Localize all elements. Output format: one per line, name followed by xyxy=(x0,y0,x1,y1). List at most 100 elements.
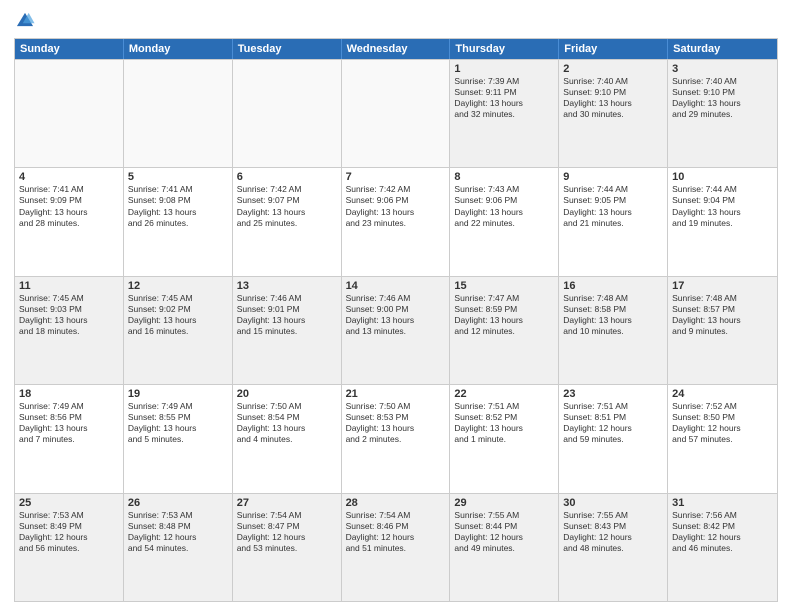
calendar-day-cell xyxy=(124,60,233,167)
calendar-day-cell: 21Sunrise: 7:50 AM Sunset: 8:53 PM Dayli… xyxy=(342,385,451,492)
day-number: 11 xyxy=(19,280,119,292)
day-number: 13 xyxy=(237,280,337,292)
calendar-week-row: 18Sunrise: 7:49 AM Sunset: 8:56 PM Dayli… xyxy=(15,384,777,492)
calendar-day-cell: 22Sunrise: 7:51 AM Sunset: 8:52 PM Dayli… xyxy=(450,385,559,492)
calendar-day-cell: 27Sunrise: 7:54 AM Sunset: 8:47 PM Dayli… xyxy=(233,494,342,601)
day-number: 28 xyxy=(346,497,446,509)
calendar-day-cell: 26Sunrise: 7:53 AM Sunset: 8:48 PM Dayli… xyxy=(124,494,233,601)
day-info: Sunrise: 7:55 AM Sunset: 8:44 PM Dayligh… xyxy=(454,510,554,554)
day-info: Sunrise: 7:54 AM Sunset: 8:47 PM Dayligh… xyxy=(237,510,337,554)
calendar-header-cell: Saturday xyxy=(668,39,777,59)
day-info: Sunrise: 7:44 AM Sunset: 9:04 PM Dayligh… xyxy=(672,184,773,228)
day-info: Sunrise: 7:41 AM Sunset: 9:09 PM Dayligh… xyxy=(19,184,119,228)
day-number: 19 xyxy=(128,388,228,400)
calendar-header-cell: Monday xyxy=(124,39,233,59)
day-number: 23 xyxy=(563,388,663,400)
calendar-day-cell: 18Sunrise: 7:49 AM Sunset: 8:56 PM Dayli… xyxy=(15,385,124,492)
day-info: Sunrise: 7:53 AM Sunset: 8:49 PM Dayligh… xyxy=(19,510,119,554)
day-number: 6 xyxy=(237,171,337,183)
calendar-day-cell xyxy=(342,60,451,167)
calendar-week-row: 11Sunrise: 7:45 AM Sunset: 9:03 PM Dayli… xyxy=(15,276,777,384)
day-number: 29 xyxy=(454,497,554,509)
calendar-day-cell: 30Sunrise: 7:55 AM Sunset: 8:43 PM Dayli… xyxy=(559,494,668,601)
calendar-header-cell: Wednesday xyxy=(342,39,451,59)
day-info: Sunrise: 7:45 AM Sunset: 9:02 PM Dayligh… xyxy=(128,293,228,337)
day-info: Sunrise: 7:52 AM Sunset: 8:50 PM Dayligh… xyxy=(672,401,773,445)
calendar-day-cell: 8Sunrise: 7:43 AM Sunset: 9:06 PM Daylig… xyxy=(450,168,559,275)
calendar-week-row: 1Sunrise: 7:39 AM Sunset: 9:11 PM Daylig… xyxy=(15,59,777,167)
header xyxy=(14,10,778,32)
day-number: 31 xyxy=(672,497,773,509)
calendar-day-cell: 29Sunrise: 7:55 AM Sunset: 8:44 PM Dayli… xyxy=(450,494,559,601)
day-number: 10 xyxy=(672,171,773,183)
page: SundayMondayTuesdayWednesdayThursdayFrid… xyxy=(0,0,792,612)
calendar-day-cell: 13Sunrise: 7:46 AM Sunset: 9:01 PM Dayli… xyxy=(233,277,342,384)
day-info: Sunrise: 7:48 AM Sunset: 8:58 PM Dayligh… xyxy=(563,293,663,337)
day-number: 1 xyxy=(454,63,554,75)
day-number: 15 xyxy=(454,280,554,292)
calendar-day-cell: 12Sunrise: 7:45 AM Sunset: 9:02 PM Dayli… xyxy=(124,277,233,384)
calendar-header-cell: Thursday xyxy=(450,39,559,59)
calendar-week-row: 25Sunrise: 7:53 AM Sunset: 8:49 PM Dayli… xyxy=(15,493,777,601)
day-info: Sunrise: 7:49 AM Sunset: 8:56 PM Dayligh… xyxy=(19,401,119,445)
calendar-header-cell: Friday xyxy=(559,39,668,59)
day-number: 21 xyxy=(346,388,446,400)
day-number: 22 xyxy=(454,388,554,400)
day-info: Sunrise: 7:42 AM Sunset: 9:07 PM Dayligh… xyxy=(237,184,337,228)
day-number: 20 xyxy=(237,388,337,400)
calendar-day-cell: 10Sunrise: 7:44 AM Sunset: 9:04 PM Dayli… xyxy=(668,168,777,275)
calendar-day-cell: 23Sunrise: 7:51 AM Sunset: 8:51 PM Dayli… xyxy=(559,385,668,492)
day-number: 4 xyxy=(19,171,119,183)
day-number: 3 xyxy=(672,63,773,75)
calendar-day-cell xyxy=(233,60,342,167)
day-number: 2 xyxy=(563,63,663,75)
day-info: Sunrise: 7:56 AM Sunset: 8:42 PM Dayligh… xyxy=(672,510,773,554)
day-info: Sunrise: 7:49 AM Sunset: 8:55 PM Dayligh… xyxy=(128,401,228,445)
calendar-day-cell: 17Sunrise: 7:48 AM Sunset: 8:57 PM Dayli… xyxy=(668,277,777,384)
calendar-day-cell: 1Sunrise: 7:39 AM Sunset: 9:11 PM Daylig… xyxy=(450,60,559,167)
logo xyxy=(14,10,40,32)
calendar-day-cell: 2Sunrise: 7:40 AM Sunset: 9:10 PM Daylig… xyxy=(559,60,668,167)
day-info: Sunrise: 7:40 AM Sunset: 9:10 PM Dayligh… xyxy=(672,76,773,120)
calendar-day-cell: 5Sunrise: 7:41 AM Sunset: 9:08 PM Daylig… xyxy=(124,168,233,275)
day-info: Sunrise: 7:45 AM Sunset: 9:03 PM Dayligh… xyxy=(19,293,119,337)
day-number: 25 xyxy=(19,497,119,509)
day-info: Sunrise: 7:55 AM Sunset: 8:43 PM Dayligh… xyxy=(563,510,663,554)
calendar-day-cell: 6Sunrise: 7:42 AM Sunset: 9:07 PM Daylig… xyxy=(233,168,342,275)
calendar-day-cell: 20Sunrise: 7:50 AM Sunset: 8:54 PM Dayli… xyxy=(233,385,342,492)
calendar-header: SundayMondayTuesdayWednesdayThursdayFrid… xyxy=(15,39,777,59)
day-info: Sunrise: 7:44 AM Sunset: 9:05 PM Dayligh… xyxy=(563,184,663,228)
calendar-day-cell xyxy=(15,60,124,167)
day-info: Sunrise: 7:51 AM Sunset: 8:51 PM Dayligh… xyxy=(563,401,663,445)
day-info: Sunrise: 7:54 AM Sunset: 8:46 PM Dayligh… xyxy=(346,510,446,554)
day-number: 12 xyxy=(128,280,228,292)
day-number: 7 xyxy=(346,171,446,183)
day-info: Sunrise: 7:40 AM Sunset: 9:10 PM Dayligh… xyxy=(563,76,663,120)
day-number: 27 xyxy=(237,497,337,509)
calendar-day-cell: 19Sunrise: 7:49 AM Sunset: 8:55 PM Dayli… xyxy=(124,385,233,492)
day-info: Sunrise: 7:50 AM Sunset: 8:54 PM Dayligh… xyxy=(237,401,337,445)
calendar-day-cell: 14Sunrise: 7:46 AM Sunset: 9:00 PM Dayli… xyxy=(342,277,451,384)
day-number: 24 xyxy=(672,388,773,400)
day-info: Sunrise: 7:42 AM Sunset: 9:06 PM Dayligh… xyxy=(346,184,446,228)
day-number: 8 xyxy=(454,171,554,183)
day-number: 5 xyxy=(128,171,228,183)
calendar-day-cell: 16Sunrise: 7:48 AM Sunset: 8:58 PM Dayli… xyxy=(559,277,668,384)
calendar-day-cell: 15Sunrise: 7:47 AM Sunset: 8:59 PM Dayli… xyxy=(450,277,559,384)
day-number: 26 xyxy=(128,497,228,509)
day-number: 18 xyxy=(19,388,119,400)
day-info: Sunrise: 7:53 AM Sunset: 8:48 PM Dayligh… xyxy=(128,510,228,554)
day-info: Sunrise: 7:47 AM Sunset: 8:59 PM Dayligh… xyxy=(454,293,554,337)
day-number: 30 xyxy=(563,497,663,509)
day-number: 14 xyxy=(346,280,446,292)
day-info: Sunrise: 7:48 AM Sunset: 8:57 PM Dayligh… xyxy=(672,293,773,337)
day-info: Sunrise: 7:46 AM Sunset: 9:00 PM Dayligh… xyxy=(346,293,446,337)
calendar-day-cell: 28Sunrise: 7:54 AM Sunset: 8:46 PM Dayli… xyxy=(342,494,451,601)
day-info: Sunrise: 7:50 AM Sunset: 8:53 PM Dayligh… xyxy=(346,401,446,445)
day-info: Sunrise: 7:51 AM Sunset: 8:52 PM Dayligh… xyxy=(454,401,554,445)
calendar-day-cell: 24Sunrise: 7:52 AM Sunset: 8:50 PM Dayli… xyxy=(668,385,777,492)
calendar-header-cell: Tuesday xyxy=(233,39,342,59)
calendar-header-cell: Sunday xyxy=(15,39,124,59)
calendar-day-cell: 4Sunrise: 7:41 AM Sunset: 9:09 PM Daylig… xyxy=(15,168,124,275)
day-info: Sunrise: 7:41 AM Sunset: 9:08 PM Dayligh… xyxy=(128,184,228,228)
